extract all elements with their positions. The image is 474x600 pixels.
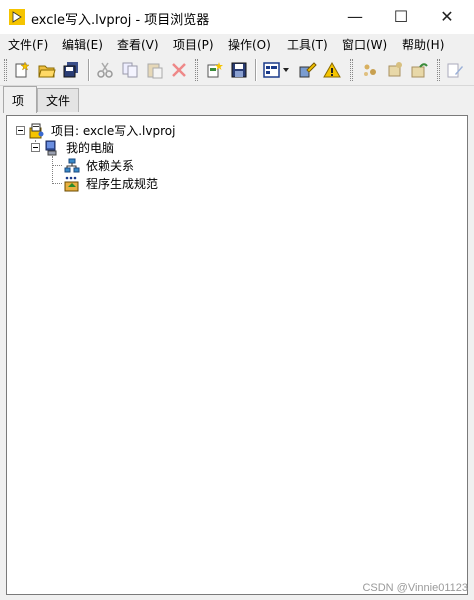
properties-icon — [299, 62, 317, 78]
minimize-button[interactable]: — — [332, 0, 378, 32]
toolbar-grip[interactable] — [437, 59, 440, 81]
maximize-button[interactable]: ☐ — [378, 0, 424, 32]
window-title: excle写入.lvproj - 项目浏览器 — [31, 13, 210, 28]
copy-button[interactable] — [121, 61, 139, 79]
build-icon — [388, 62, 402, 77]
edit-icon — [447, 63, 463, 78]
warning-icon — [323, 61, 341, 78]
project-panel: 项目: excle写入.lvproj 我的电脑 依赖关系 程序生成规范 — [0, 112, 474, 600]
toolbar-separator — [88, 59, 90, 81]
tree-item-my-computer[interactable]: 我的电脑 — [31, 139, 114, 156]
open-button[interactable] — [38, 61, 56, 79]
dependencies-label: 依赖关系 — [86, 159, 135, 173]
menu-help[interactable]: 帮助(H) — [402, 36, 444, 53]
tab-files[interactable]: 文件 — [37, 88, 79, 112]
toolbar — [0, 54, 474, 86]
menu-window[interactable]: 窗口(W) — [342, 36, 387, 53]
gear-tools-button[interactable] — [361, 61, 379, 79]
tab-items[interactable]: 项 — [3, 86, 37, 113]
build-specifications-label: 程序生成规范 — [86, 177, 159, 191]
toolbar-grip[interactable] — [4, 59, 7, 81]
view-options-button[interactable] — [263, 61, 291, 79]
tree-root-project[interactable]: 项目: excle写入.lvproj — [16, 122, 175, 139]
project-tree[interactable]: 项目: excle写入.lvproj 我的电脑 依赖关系 程序生成规范 — [6, 115, 468, 595]
delete-button[interactable] — [170, 61, 188, 79]
menu-file[interactable]: 文件(F) — [8, 36, 48, 53]
paste-button[interactable] — [146, 61, 164, 79]
deploy-button[interactable] — [410, 61, 428, 79]
tree-item-dependencies[interactable]: 依赖关系 — [64, 157, 134, 174]
menu-project[interactable]: 项目(P) — [173, 36, 214, 53]
collapse-icon[interactable] — [16, 126, 25, 135]
save-icon — [231, 62, 247, 78]
menu-view[interactable]: 查看(V) — [117, 36, 159, 53]
cut-button[interactable] — [96, 61, 114, 79]
properties-button[interactable] — [299, 61, 317, 79]
edit-button[interactable] — [446, 61, 464, 79]
close-icon: ✕ — [440, 6, 454, 26]
warning-button[interactable] — [323, 61, 341, 79]
gear-tools-icon — [364, 64, 376, 76]
collapse-icon[interactable] — [31, 143, 40, 152]
toolbar-grip[interactable] — [350, 59, 353, 81]
maximize-icon: ☐ — [393, 6, 409, 26]
dependencies-icon — [64, 158, 80, 174]
save-all-icon — [63, 62, 78, 78]
add-files-button[interactable] — [206, 61, 224, 79]
copy-icon — [122, 62, 138, 78]
computer-icon — [44, 140, 60, 156]
delete-icon — [172, 63, 186, 77]
save-all-button[interactable] — [62, 61, 80, 79]
tree-connector — [52, 183, 62, 184]
add-files-icon — [207, 62, 223, 78]
cut-icon — [97, 62, 113, 78]
tree-connector — [52, 165, 62, 166]
new-file-button[interactable] — [13, 61, 31, 79]
watermark: CSDN @Vinnie01123 — [362, 582, 468, 594]
new-file-icon — [15, 61, 30, 78]
my-computer-label: 我的电脑 — [66, 141, 115, 155]
close-button[interactable]: ✕ — [424, 0, 470, 32]
labview-app-icon — [9, 9, 25, 25]
build-specifications-icon — [64, 176, 80, 192]
save-button[interactable] — [230, 61, 248, 79]
view-options-icon — [263, 62, 289, 78]
deploy-icon — [411, 63, 428, 78]
tab-items-label: 项 — [12, 93, 25, 108]
minimize-icon: — — [347, 6, 363, 26]
title-bar: excle写入.lvproj - 项目浏览器 — ☐ ✕ — [0, 0, 474, 34]
tree-item-build-specifications[interactable]: 程序生成规范 — [64, 175, 158, 192]
menu-edit[interactable]: 编辑(E) — [62, 36, 103, 53]
paste-icon — [147, 63, 163, 79]
project-icon — [29, 123, 45, 139]
tab-files-label: 文件 — [46, 94, 71, 108]
tab-strip: 项 文件 — [0, 86, 474, 113]
open-folder-icon — [38, 65, 56, 78]
toolbar-grip[interactable] — [195, 59, 198, 81]
menu-tools[interactable]: 工具(T) — [287, 36, 328, 53]
menu-bar: 文件(F) 编辑(E) 查看(V) 项目(P) 操作(O) 工具(T) 窗口(W… — [0, 34, 474, 54]
build-button[interactable] — [386, 61, 404, 79]
tree-connector — [52, 156, 53, 184]
toolbar-separator — [255, 59, 257, 81]
menu-operate[interactable]: 操作(O) — [228, 36, 271, 53]
project-label: 项目: excle写入.lvproj — [51, 124, 176, 138]
